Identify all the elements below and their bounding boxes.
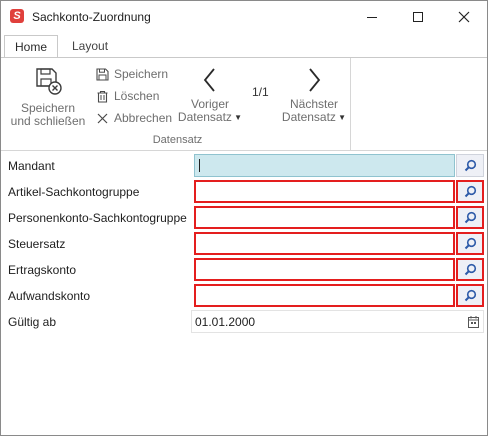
save-and-close-label-line2: und schließen bbox=[10, 114, 86, 128]
ribbon: Speichern und schließen Speichern Lösche… bbox=[1, 57, 487, 151]
artikel-sachkontogruppe-input[interactable] bbox=[194, 180, 455, 203]
steuersatz-input[interactable] bbox=[194, 232, 455, 255]
field-label: Gültig ab bbox=[8, 315, 57, 329]
valid-from-value: 01.01.2000 bbox=[195, 315, 256, 329]
save-and-close-button[interactable]: Speichern und schließen bbox=[10, 66, 86, 128]
record-counter: 1/1 bbox=[252, 85, 269, 99]
artikel-sachkontogruppe-lookup-button[interactable] bbox=[456, 180, 484, 203]
form-row-gueltig-ab: Gültig ab 01.01.2000 bbox=[1, 309, 487, 335]
tab-layout[interactable]: Layout bbox=[64, 35, 116, 58]
text-cursor bbox=[199, 159, 200, 172]
next-record-label-line2: Datensatz bbox=[281, 110, 336, 124]
mandant-lookup-button[interactable] bbox=[456, 154, 484, 177]
form-row-personenkonto-sachkontogruppe: Personenkonto-Sachkontogruppe bbox=[1, 205, 487, 231]
close-button[interactable] bbox=[441, 1, 487, 33]
field-label: Ertragskonto bbox=[8, 263, 77, 277]
close-icon bbox=[458, 11, 470, 23]
ertragskonto-input[interactable] bbox=[194, 258, 455, 281]
ribbon-tabs: Home Layout bbox=[1, 35, 487, 58]
next-record-button[interactable]: Nächster Datensatz ▼ bbox=[280, 66, 348, 124]
valid-from-date-picker[interactable]: 01.01.2000 bbox=[191, 310, 484, 333]
ribbon-group-datensatz: Speichern und schließen Speichern Lösche… bbox=[4, 58, 351, 151]
previous-record-button[interactable]: Voriger Datensatz ▼ bbox=[176, 66, 244, 124]
cancel-label: Abbrechen bbox=[114, 111, 173, 125]
cancel-button[interactable]: Abbrechen bbox=[96, 110, 172, 126]
window-title: Sachkonto-Zuordnung bbox=[32, 10, 151, 24]
delete-label: Löschen bbox=[114, 89, 160, 103]
previous-record-label-line2: Datensatz bbox=[177, 110, 232, 124]
form-row-ertragskonto: Ertragskonto bbox=[1, 257, 487, 283]
form-row-steuersatz: Steuersatz bbox=[1, 231, 487, 257]
search-icon bbox=[464, 289, 476, 302]
ribbon-group-label: Datensatz bbox=[152, 134, 203, 146]
personenkonto-sachkontogruppe-lookup-button[interactable] bbox=[456, 206, 484, 229]
ertragskonto-lookup-button[interactable] bbox=[456, 258, 484, 281]
dropdown-caret-icon: ▼ bbox=[335, 113, 347, 122]
maximize-icon bbox=[413, 12, 423, 22]
field-label: Steuersatz bbox=[8, 237, 66, 251]
chevron-left-icon bbox=[203, 68, 215, 92]
chevron-right-icon bbox=[309, 68, 321, 92]
maximize-button[interactable] bbox=[395, 1, 441, 33]
dropdown-caret-icon: ▼ bbox=[231, 113, 243, 122]
form-row-artikel-sachkontogruppe: Artikel-Sachkontogruppe bbox=[1, 179, 487, 205]
save-button[interactable]: Speichern bbox=[96, 66, 168, 82]
field-label: Mandant bbox=[8, 159, 55, 173]
search-icon bbox=[464, 211, 476, 224]
field-label: Personenkonto-Sachkontogruppe bbox=[8, 211, 187, 225]
title-bar: S Sachkonto-Zuordnung bbox=[1, 1, 487, 33]
save-close-icon bbox=[36, 68, 62, 95]
search-icon bbox=[464, 237, 476, 250]
delete-button[interactable]: Löschen bbox=[96, 88, 159, 104]
aufwandskonto-lookup-button[interactable] bbox=[456, 284, 484, 307]
app-window: S Sachkonto-Zuordnung Home Layout Speich… bbox=[0, 0, 488, 436]
form-row-mandant: Mandant bbox=[1, 153, 487, 179]
mandant-input[interactable] bbox=[194, 154, 455, 177]
personenkonto-sachkontogruppe-input[interactable] bbox=[194, 206, 455, 229]
aufwandskonto-input[interactable] bbox=[194, 284, 455, 307]
form-row-aufwandskonto: Aufwandskonto bbox=[1, 283, 487, 309]
minimize-icon bbox=[367, 16, 377, 18]
search-icon bbox=[464, 159, 476, 172]
trash-icon bbox=[97, 90, 108, 103]
minimize-button[interactable] bbox=[349, 1, 395, 33]
search-icon bbox=[464, 263, 476, 276]
calendar-icon[interactable] bbox=[468, 316, 479, 328]
save-icon bbox=[96, 67, 109, 81]
field-label: Aufwandskonto bbox=[8, 289, 91, 303]
search-icon bbox=[464, 185, 476, 198]
field-label: Artikel-Sachkontogruppe bbox=[8, 185, 140, 199]
close-icon bbox=[97, 113, 108, 123]
steuersatz-lookup-button[interactable] bbox=[456, 232, 484, 255]
tab-home[interactable]: Home bbox=[4, 35, 58, 58]
app-logo-icon: S bbox=[10, 9, 24, 23]
save-label: Speichern bbox=[114, 67, 169, 81]
